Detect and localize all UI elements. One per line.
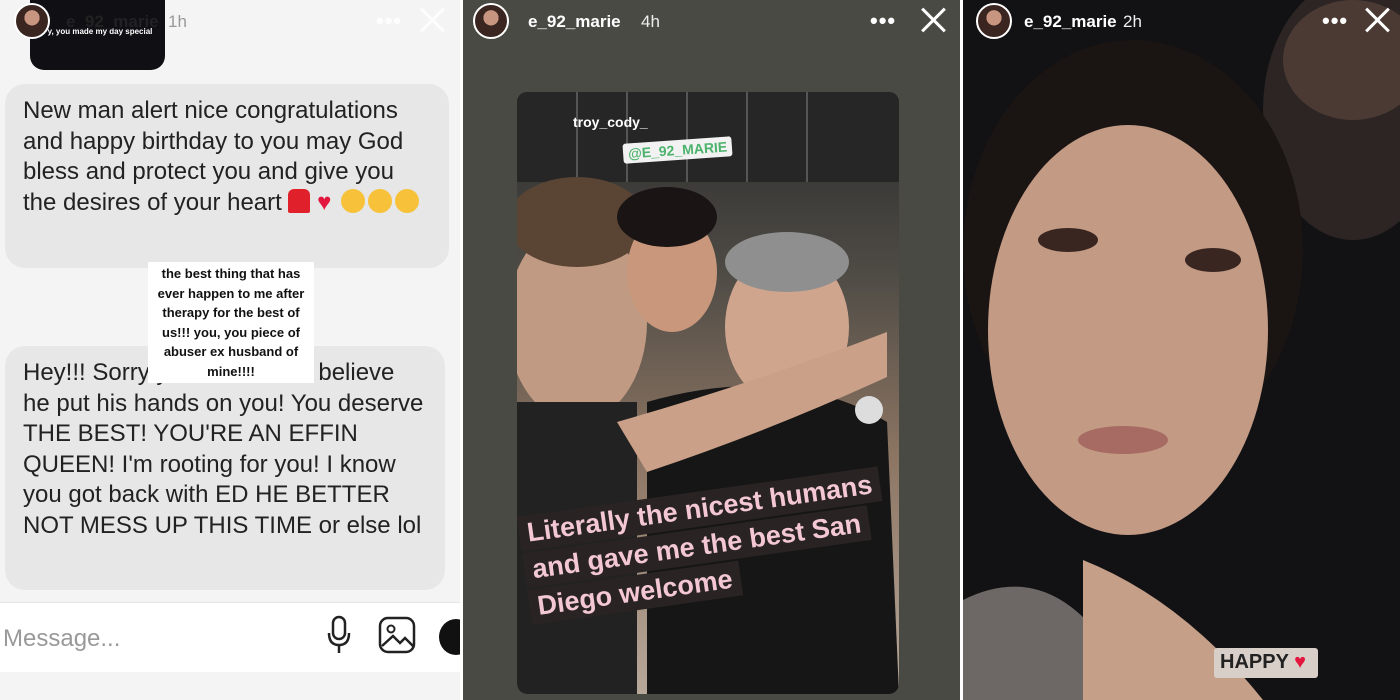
story-header: e_92_marie 1h ••• [0,0,460,44]
more-icon[interactable]: ••• [376,8,402,34]
image-icon[interactable] [378,616,416,654]
selfie-photo [963,0,1400,700]
story-time: 1h [168,12,187,31]
avatar[interactable] [473,3,509,39]
heart-icon: ♥ [317,188,332,216]
close-icon[interactable] [417,4,447,34]
story-header: e_92_marie 4h ••• [463,0,960,44]
mic-icon[interactable] [326,615,352,655]
party-face-icon [341,188,366,213]
story-time: 2h [1123,12,1142,31]
story-panel-chat: y, you made my day special e_92_marie 1h… [0,0,460,700]
story-username[interactable]: e_92_marie [528,12,621,32]
story-caption-overlay: the best thing that has ever happen to m… [148,262,314,383]
user-tag[interactable]: troy_cody_ [573,114,648,130]
more-icon[interactable]: ••• [1322,8,1348,34]
story-panel-selfie: e_92_marie 2h ••• [963,0,1400,700]
close-icon[interactable] [918,4,948,34]
avatar[interactable] [976,3,1012,39]
message-text: Hey!!! Sorry your ex! I can't believe he… [23,359,424,539]
siren-icon [288,188,311,213]
close-icon[interactable] [1362,4,1392,34]
story-time: 4h [641,12,660,31]
avatar[interactable] [14,3,50,39]
party-face-icon [395,188,420,213]
message-bubble: New man alert nice congratulations and h… [5,84,449,268]
heart-icon: ♥ [1294,651,1306,673]
party-face-icon [368,188,393,213]
story-username[interactable]: e_92_marie [66,12,159,32]
story-username[interactable]: e_92_marie [1024,12,1117,32]
message-input[interactable]: Message... [3,625,120,653]
sticker-text: HAPPY [1220,651,1289,673]
more-icon[interactable]: ••• [870,8,896,34]
story-header: e_92_marie 2h ••• [963,0,1400,44]
happy-sticker: HAPPY ♥ [1214,648,1318,678]
